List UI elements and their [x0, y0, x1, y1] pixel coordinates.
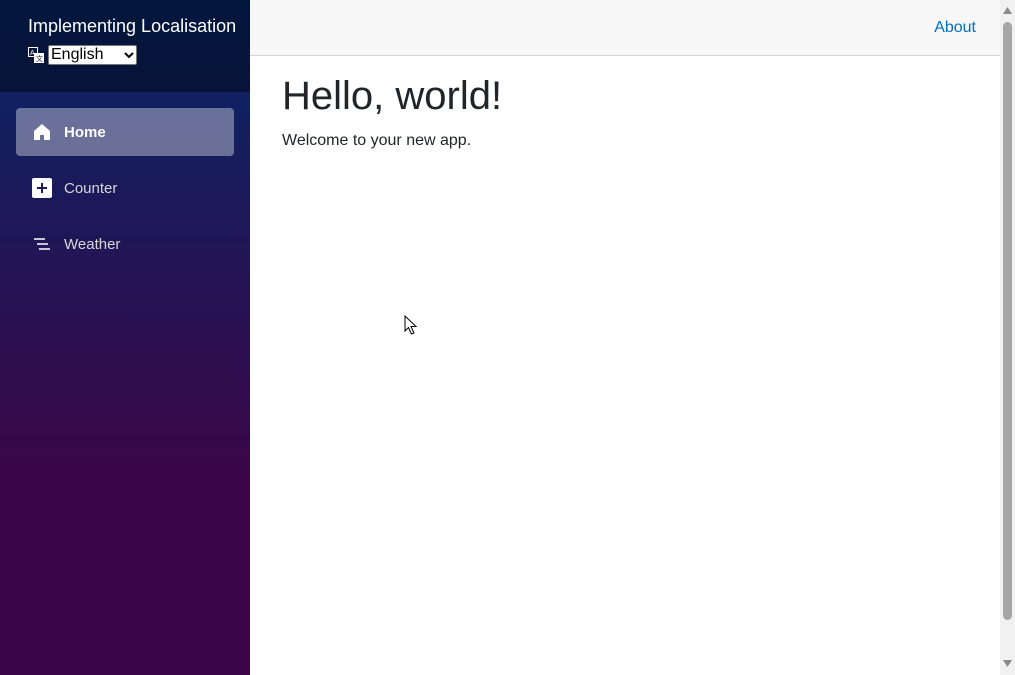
nav-menu: Home Counter Weather — [0, 92, 250, 268]
sidebar-item-label: Home — [64, 123, 106, 141]
language-select[interactable]: English — [48, 45, 137, 65]
translate-icon: A 文 — [28, 47, 44, 63]
language-row: A 文 English — [28, 45, 250, 65]
scroll-down-icon[interactable] — [1002, 658, 1013, 669]
top-row: About — [250, 0, 1000, 56]
home-icon — [32, 122, 52, 142]
list-lines-icon — [32, 234, 52, 254]
welcome-text: Welcome to your new app. — [282, 132, 472, 149]
sidebar: Implementing Localisation A 文 English Ho… — [0, 0, 250, 675]
scrollbar-thumb[interactable] — [1003, 22, 1012, 620]
svg-text:文: 文 — [36, 54, 43, 63]
content: Hello, world! Welcome to your new app. — [250, 56, 1000, 168]
main-area: About Hello, world! Welcome to your new … — [250, 0, 1000, 675]
sidebar-item-weather[interactable]: Weather — [16, 220, 234, 268]
sidebar-item-home[interactable]: Home — [16, 108, 234, 156]
chevron-down-icon — [124, 52, 134, 59]
vertical-scrollbar[interactable] — [1000, 0, 1015, 675]
app-title[interactable]: Implementing Localisation — [28, 16, 250, 36]
mouse-cursor-icon — [404, 315, 418, 335]
page-title: Hello, world! — [282, 74, 503, 118]
sidebar-item-label: Weather — [64, 235, 121, 253]
plus-square-icon — [32, 178, 52, 198]
about-link[interactable]: About — [934, 19, 976, 37]
sidebar-item-label: Counter — [64, 179, 118, 197]
brand-bar: Implementing Localisation A 文 English — [0, 0, 250, 92]
scroll-up-icon[interactable] — [1002, 5, 1013, 16]
language-select-value: English — [51, 46, 104, 63]
sidebar-item-counter[interactable]: Counter — [16, 164, 234, 212]
